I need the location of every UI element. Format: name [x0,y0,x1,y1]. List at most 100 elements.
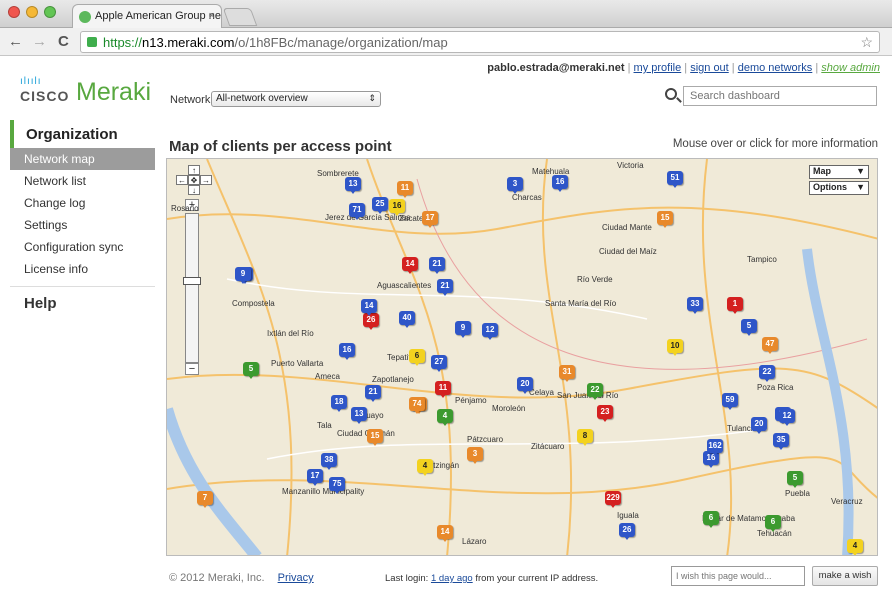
close-window-button[interactable] [8,6,20,18]
sidebar-item-network-list[interactable]: Network list [10,170,155,192]
forward-arrow-icon[interactable]: → [32,33,47,50]
sidebar-heading-organization[interactable]: Organization [10,120,155,148]
map-pin[interactable]: 6 [703,511,719,528]
pan-left-icon[interactable]: ← [176,175,188,185]
map-pin[interactable]: 21 [365,385,381,402]
new-tab-button[interactable] [222,8,258,26]
map-pin[interactable]: 5 [787,471,803,488]
map-pin[interactable]: 26 [619,523,635,540]
tab-close-icon[interactable]: × [209,10,215,22]
map-pin[interactable]: 13 [345,177,361,194]
map-pin[interactable]: 14 [437,525,453,542]
back-arrow-icon[interactable]: ← [8,33,23,50]
pan-center-icon[interactable]: ✥ [188,175,200,185]
map-pin[interactable]: 35 [773,433,789,450]
map-pin[interactable]: 74 [409,397,425,414]
map-pin[interactable]: 17 [422,211,438,228]
map-pin[interactable]: 16 [339,343,355,360]
last-login-link[interactable]: 1 day ago [431,573,473,584]
wish-input[interactable] [671,566,805,586]
map-pin[interactable]: 23 [597,405,613,422]
map-pin[interactable]: 22 [587,383,603,400]
map-pin[interactable]: 3 [507,177,523,194]
map-pin[interactable]: 9 [455,321,471,338]
map-pin[interactable]: 14 [402,257,418,274]
sidebar-heading-help[interactable]: Help [10,291,155,317]
map-pin[interactable]: 10 [667,339,683,356]
sidebar-item-license-info[interactable]: License info [10,258,155,280]
map-pin[interactable]: 1 [727,297,743,314]
map-pin[interactable]: 6 [409,349,425,366]
pan-down-icon[interactable]: ↓ [188,185,200,195]
map-pin[interactable]: 5 [243,362,259,379]
map-pin[interactable]: 18 [331,395,347,412]
map-pin[interactable]: 21 [437,279,453,296]
map-options-dropdown[interactable]: Options ▼ [809,181,869,195]
map-pin[interactable]: 20 [517,377,533,394]
sidebar-item-configuration-sync[interactable]: Configuration sync [10,236,155,258]
map-pin[interactable]: 25 [372,197,388,214]
browser-tab[interactable]: Apple American Group netw × [72,4,222,28]
reload-icon[interactable]: C [58,33,69,50]
sidebar-item-settings[interactable]: Settings [10,214,155,236]
sign-out-link[interactable]: sign out [690,62,729,74]
map-pin[interactable]: 31 [559,365,575,382]
map-pin[interactable]: 15 [657,211,673,228]
address-bar[interactable]: https://n13.meraki.com/o/1h8FBc/manage/o… [80,31,880,53]
map-pin[interactable]: 3 [467,447,483,464]
zoom-out-button[interactable]: − [185,363,199,375]
pan-right-icon[interactable]: → [200,175,212,185]
map-pin[interactable]: 16 [389,199,405,216]
map-pin[interactable]: 71 [349,203,365,220]
map-type-dropdown[interactable]: Map ▼ [809,165,869,179]
map-pin[interactable]: 14 [361,299,377,316]
map-pin[interactable]: 5 [741,319,757,336]
minimize-window-button[interactable] [26,6,38,18]
map-pin[interactable]: 22 [759,365,775,382]
map-pin[interactable]: 8 [577,429,593,446]
privacy-link[interactable]: Privacy [278,572,314,584]
demo-networks-link[interactable]: demo networks [738,62,813,74]
client-map[interactable]: ↑ ← ✥ → ↓ + − Map ▼ Options ▼ Victoria Ma… [166,158,878,556]
search-input[interactable] [683,86,877,106]
my-profile-link[interactable]: my profile [634,62,682,74]
map-pin[interactable]: 20 [751,417,767,434]
cisco-meraki-logo[interactable]: ılıılı CISCO Meraki [20,76,151,106]
map-pin[interactable]: 13 [351,407,367,424]
map-pin[interactable]: 38 [321,453,337,470]
map-pin[interactable]: 11 [397,181,413,198]
zoom-window-button[interactable] [44,6,56,18]
map-pin[interactable]: 4 [437,409,453,426]
bookmark-star-icon[interactable]: ☆ [860,34,873,51]
zoom-slider-track[interactable] [185,213,199,363]
map-pin[interactable]: 9 [235,267,251,284]
map-pin[interactable]: 59 [722,393,738,410]
sidebar-item-change-log[interactable]: Change log [10,192,155,214]
map-pin[interactable]: 12 [482,323,498,340]
map-pin[interactable]: 51 [667,171,683,188]
pan-up-icon[interactable]: ↑ [188,165,200,175]
show-admin-link[interactable]: show admin [821,62,880,74]
map-pin[interactable]: 16 [552,175,568,192]
map-pin[interactable]: 229 [605,491,621,508]
map-pin[interactable]: 6 [765,515,781,532]
map-pin[interactable]: 75 [329,477,345,494]
map-pin[interactable]: 4 [847,539,863,555]
map-pin[interactable]: 21 [429,257,445,274]
sidebar-item-network-map[interactable]: Network map [10,148,155,170]
map-pin[interactable]: 4 [417,459,433,476]
map-pan-control[interactable]: ↑ ← ✥ → ↓ [173,165,215,195]
map-pin[interactable]: 17 [307,469,323,486]
map-pin[interactable]: 47 [762,337,778,354]
zoom-slider-handle[interactable] [183,277,201,285]
map-pin[interactable]: 27 [431,355,447,372]
map-pin[interactable]: 11 [435,381,451,398]
network-select[interactable]: All-network overview ⇕ [211,91,381,107]
map-pin[interactable]: 162 [707,439,723,456]
map-pin[interactable]: 33 [687,297,703,314]
map-pin[interactable]: 12 [779,409,795,426]
make-a-wish-button[interactable]: make a wish [812,566,878,586]
map-pin[interactable]: 40 [399,311,415,328]
map-pin[interactable]: 15 [367,429,383,446]
map-pin[interactable]: 7 [197,491,213,508]
